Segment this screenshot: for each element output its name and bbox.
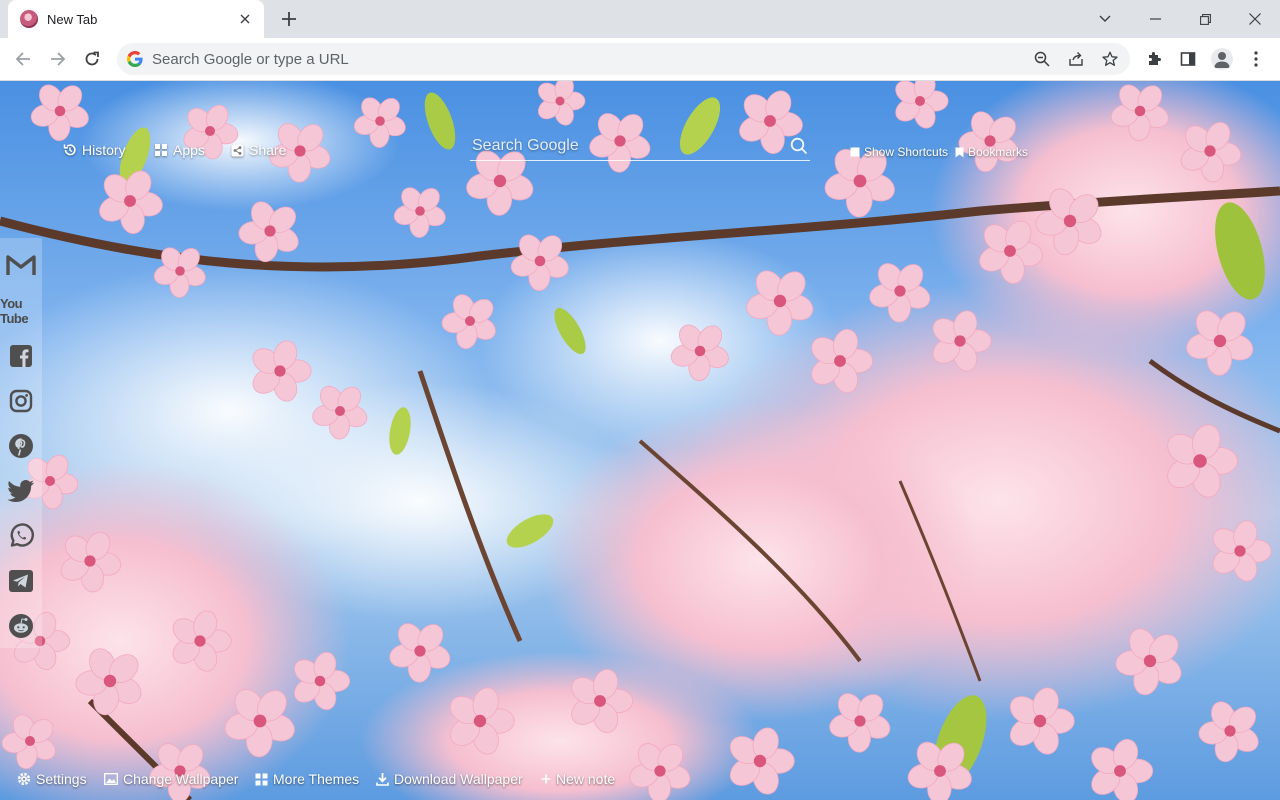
- youtube-icon: You Tube: [0, 296, 29, 327]
- tab-title: New Tab: [47, 11, 98, 27]
- instagram-link[interactable]: [0, 379, 42, 424]
- omnibox-placeholder: Search Google or type a URL: [152, 50, 349, 68]
- more-themes-label: More Themes: [273, 771, 360, 787]
- kebab-menu-icon: [1254, 51, 1258, 67]
- profile-button[interactable]: [1208, 44, 1236, 74]
- bookmarks-link[interactable]: Bookmarks: [955, 145, 1028, 159]
- gmail-icon: [6, 255, 36, 276]
- plus-icon: [282, 12, 296, 26]
- new-tab-page: History Apps Share Search Google Show Sh…: [0, 81, 1280, 800]
- telegram-link[interactable]: [0, 558, 42, 603]
- window-controls: [1080, 0, 1280, 38]
- history-link[interactable]: History: [63, 142, 126, 158]
- reload-button[interactable]: [77, 44, 107, 74]
- ntp-search-input[interactable]: Search Google: [470, 131, 810, 161]
- apps-grid-icon: [155, 144, 167, 156]
- address-bar[interactable]: Search Google or type a URL: [117, 43, 1130, 75]
- side-panel-icon: [1180, 52, 1196, 66]
- blossom-flower: [895, 81, 949, 129]
- show-shortcuts-label: Show Shortcuts: [864, 145, 949, 159]
- tab-new-tab[interactable]: New Tab: [8, 0, 264, 38]
- settings-link[interactable]: Settings: [17, 771, 87, 787]
- facebook-icon: [10, 345, 32, 368]
- blossom-flower: [537, 81, 586, 126]
- twitter-icon: [7, 479, 35, 502]
- close-icon: [1249, 13, 1261, 25]
- share-link[interactable]: Share: [231, 142, 286, 158]
- arrow-right-icon: [51, 52, 66, 66]
- whatsapp-link[interactable]: [0, 513, 42, 558]
- facebook-link[interactable]: [0, 334, 42, 379]
- reload-icon: [85, 51, 99, 66]
- bookmark-icon: [955, 147, 964, 157]
- whatsapp-icon: [10, 523, 34, 547]
- browser-toolbar: Search Google or type a URL: [0, 38, 1280, 81]
- history-icon: [63, 144, 76, 156]
- cherry-blossom-wallpaper: [0, 81, 1280, 800]
- social-sidebar: You Tube: [0, 238, 42, 648]
- change-wallpaper-link[interactable]: Change Wallpaper: [104, 771, 238, 787]
- gear-icon: [17, 772, 31, 786]
- star-icon: [1102, 51, 1118, 66]
- bookmark-star-button[interactable]: [1096, 45, 1124, 73]
- share-icon: [231, 144, 244, 156]
- close-icon[interactable]: [236, 10, 254, 28]
- blossom-flower: [1198, 701, 1259, 763]
- menu-button[interactable]: [1242, 44, 1270, 74]
- bookmarks-label: Bookmarks: [968, 145, 1029, 159]
- side-panel-button[interactable]: [1174, 44, 1202, 74]
- new-tab-button[interactable]: [276, 6, 302, 32]
- puzzle-icon: [1149, 52, 1161, 65]
- gmail-link[interactable]: [0, 244, 42, 289]
- share-label: Share: [249, 142, 287, 158]
- more-themes-link[interactable]: More Themes: [255, 771, 359, 787]
- chevron-down-icon: [1099, 15, 1111, 22]
- close-window-button[interactable]: [1230, 0, 1280, 38]
- google-g-icon: [127, 51, 143, 67]
- cherry-blossom-favicon-icon: [20, 10, 38, 28]
- search-icon[interactable]: [788, 135, 810, 157]
- minimize-button[interactable]: [1130, 0, 1180, 38]
- arrow-left-icon: [15, 52, 30, 66]
- telegram-icon: [9, 569, 33, 592]
- show-shortcuts-link[interactable]: Show Shortcuts: [850, 145, 948, 159]
- reddit-icon: [9, 613, 33, 638]
- back-button[interactable]: [8, 44, 38, 74]
- grid-icon: [255, 773, 268, 785]
- plus-icon: [541, 774, 551, 784]
- share-icon: [1069, 52, 1083, 66]
- new-note-label: New note: [556, 771, 616, 787]
- pinterest-link[interactable]: [0, 424, 42, 469]
- minimize-icon: [1149, 18, 1161, 20]
- change-wallpaper-label: Change Wallpaper: [123, 771, 239, 787]
- apps-label: Apps: [173, 142, 205, 158]
- avatar-icon: [1211, 48, 1233, 70]
- zoom-out-icon: [1034, 51, 1050, 67]
- download-icon: [376, 773, 389, 786]
- restore-button[interactable]: [1180, 0, 1230, 38]
- extensions-button[interactable]: [1140, 44, 1168, 74]
- tab-strip: New Tab: [0, 0, 1280, 38]
- twitter-link[interactable]: [0, 468, 42, 513]
- ntp-search-placeholder: Search Google: [472, 136, 579, 154]
- zoom-button[interactable]: [1028, 45, 1056, 73]
- instagram-icon: [9, 389, 33, 413]
- restore-icon: [1199, 13, 1211, 25]
- forward-button[interactable]: [43, 44, 73, 74]
- settings-label: Settings: [36, 771, 87, 787]
- youtube-link[interactable]: You Tube: [0, 289, 42, 334]
- share-page-button[interactable]: [1062, 45, 1090, 73]
- download-wallpaper-link[interactable]: Download Wallpaper: [376, 771, 523, 787]
- apps-link[interactable]: Apps: [154, 142, 205, 158]
- pinterest-icon: [9, 434, 33, 458]
- new-note-link[interactable]: New note: [541, 771, 615, 787]
- tab-search-button[interactable]: [1080, 0, 1130, 38]
- download-wallpaper-label: Download Wallpaper: [394, 771, 523, 787]
- reddit-link[interactable]: [0, 603, 42, 648]
- ntp-bottom-bar: Settings Change Wallpaper More Themes Do…: [0, 771, 1280, 793]
- history-label: History: [82, 142, 126, 158]
- shortcuts-icon: [850, 147, 860, 157]
- blossom-flower: [393, 187, 446, 238]
- image-icon: [104, 773, 118, 785]
